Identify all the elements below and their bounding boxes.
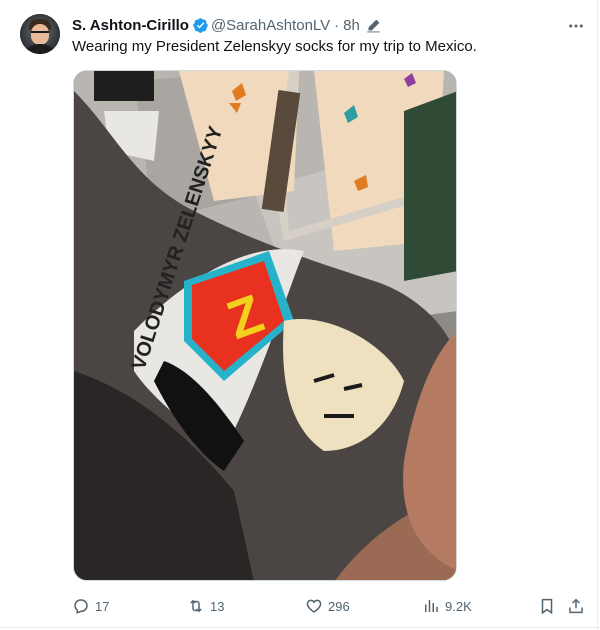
sock-photo-illustration: Z VOLODYMYR ZELENSKYY [74, 71, 456, 580]
card-border-right [597, 0, 598, 630]
views-chart-icon [425, 600, 438, 612]
views-button[interactable]: 9.2K [422, 596, 472, 616]
author-handle[interactable]: @SarahAshtonLV [211, 17, 330, 34]
more-options-button[interactable] [566, 16, 586, 36]
header-separator: · [334, 16, 340, 34]
tweet-text: Wearing my President Zelenskyy socks for… [72, 38, 477, 55]
retweet-count: 13 [210, 598, 225, 614]
like-count: 296 [328, 598, 350, 614]
tweet-photo[interactable]: Z VOLODYMYR ZELENSKYY [73, 70, 457, 581]
bookmark-icon [541, 598, 553, 615]
reply-icon [74, 599, 88, 614]
share-icon [569, 598, 583, 614]
edit-pencil-icon [366, 18, 381, 33]
card-border-bottom [0, 627, 600, 628]
bookmark-button[interactable] [538, 596, 556, 616]
retweet-button[interactable]: 13 [187, 596, 224, 616]
author-display-name[interactable]: S. Ashton-Cirillo [72, 17, 189, 34]
reply-button[interactable]: 17 [72, 596, 109, 616]
share-button[interactable] [567, 596, 585, 616]
retweet-icon [190, 599, 202, 613]
tweet-header: S. Ashton-Cirillo @SarahAshtonLV · 8h [72, 15, 381, 35]
views-count: 9.2K [445, 598, 472, 614]
tweet-timestamp[interactable]: 8h [343, 17, 360, 34]
like-button[interactable]: 296 [305, 596, 350, 616]
more-dots-icon [569, 24, 583, 28]
reply-count: 17 [95, 598, 110, 614]
verified-badge-icon [192, 17, 209, 34]
avatar[interactable] [20, 14, 60, 54]
heart-icon [306, 599, 322, 613]
tweet-card[interactable]: S. Ashton-Cirillo @SarahAshtonLV · 8h We… [0, 0, 600, 630]
tweet-actions-bar: 17 13 296 9.2K [72, 596, 588, 616]
